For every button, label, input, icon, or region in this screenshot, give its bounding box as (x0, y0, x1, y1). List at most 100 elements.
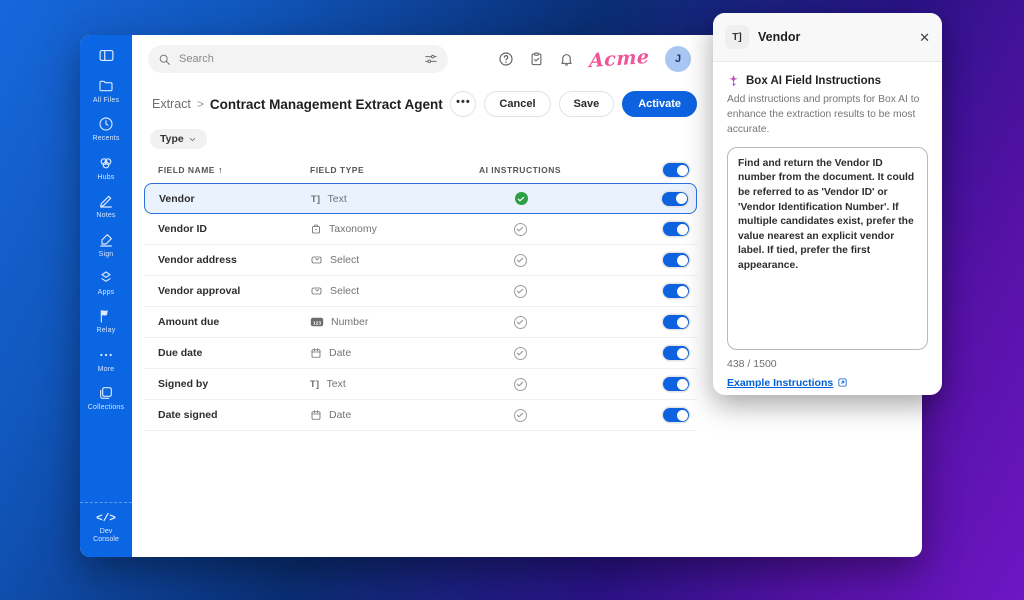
search-icon (158, 53, 171, 66)
search-bar[interactable] (148, 45, 448, 73)
box-ai-sparkle-icon (727, 74, 740, 87)
field-type-label: Date (329, 409, 351, 421)
apps-icon (98, 270, 114, 286)
topbar: Acme J (132, 35, 705, 83)
sidebar-item-relay[interactable]: Relay (97, 308, 116, 335)
page-header: Extract > Contract Management Extract Ag… (132, 83, 705, 125)
sidebar-item-notes[interactable]: Notes (96, 193, 115, 220)
instructions-textarea[interactable]: Find and return the Vendor ID number fro… (727, 147, 928, 350)
ai-instruction-status-icon (514, 254, 527, 267)
flag-icon (98, 308, 114, 324)
field-name: Vendor (159, 193, 311, 205)
sidebar-item-dev-console[interactable]: </> Dev Console (80, 502, 132, 558)
fields-table: Field Name↑ Field Type AI Instructions V… (144, 157, 697, 431)
table-header: Field Name↑ Field Type AI Instructions (144, 157, 697, 183)
table-row[interactable]: Vendor address Select (144, 245, 697, 276)
ai-instruction-status-icon (514, 285, 527, 298)
ai-instruction-status-icon (514, 223, 527, 236)
close-icon[interactable]: ✕ (919, 31, 930, 44)
field-name: Due date (158, 347, 310, 359)
table-row[interactable]: Vendor approval Select (144, 276, 697, 307)
sidebar-item-label: Notes (96, 212, 115, 220)
field-enabled-toggle[interactable] (663, 253, 689, 267)
filter-sliders-icon[interactable] (424, 52, 438, 66)
cancel-button[interactable]: Cancel (484, 91, 550, 117)
svg-text:123: 123 (313, 320, 321, 326)
notes-icon (98, 193, 114, 209)
main-content: Acme J Extract > Contract Management Ext… (132, 35, 705, 557)
number-type-icon: 123 (310, 316, 324, 328)
type-filter-dropdown[interactable]: Type (150, 129, 207, 149)
sidebar-item-label: Relay (97, 327, 116, 335)
panel-header: T] Vendor ✕ (713, 13, 942, 62)
field-name: Signed by (158, 378, 310, 390)
field-enabled-toggle[interactable] (663, 346, 689, 360)
char-counter: 438 / 1500 (727, 358, 928, 370)
help-icon[interactable] (498, 51, 514, 67)
table-row[interactable]: Date signed Date (144, 400, 697, 431)
field-enabled-toggle[interactable] (663, 222, 689, 236)
breadcrumb[interactable]: Extract (152, 97, 191, 111)
select-type-icon (310, 254, 323, 266)
sidebar-item-hubs[interactable]: Hubs (97, 155, 114, 182)
field-type-label: Number (331, 316, 368, 328)
field-enabled-toggle[interactable] (662, 192, 688, 206)
table-row[interactable]: Vendor ID Taxonomy (144, 214, 697, 245)
column-field-type: Field Type (310, 165, 460, 175)
sidebar-item-more[interactable]: More (98, 347, 115, 374)
ai-instruction-status-icon (514, 378, 527, 391)
example-instructions-link[interactable]: Example Instructions (727, 377, 928, 389)
field-enabled-toggle[interactable] (663, 377, 689, 391)
notifications-bell-icon[interactable] (559, 51, 574, 67)
column-field-name[interactable]: Field Name↑ (158, 165, 310, 175)
sidebar-item-label: Recents (92, 135, 119, 143)
sidebar-item-label: Apps (98, 289, 115, 297)
sidebar-item-all-files[interactable]: All Files (93, 78, 119, 105)
save-button[interactable]: Save (559, 91, 615, 117)
sidebar-item-label: Dev Console (86, 528, 126, 546)
section-description: Add instructions and prompts for Box AI … (727, 93, 928, 138)
more-actions-button[interactable]: ••• (450, 91, 476, 117)
field-type-label: Taxonomy (329, 223, 377, 235)
field-type-label: Text (327, 378, 346, 390)
clock-icon (98, 116, 114, 132)
text-type-icon: T] (310, 379, 320, 389)
avatar[interactable]: J (665, 46, 691, 72)
code-icon: </> (96, 513, 116, 525)
panel-body: Box AI Field Instructions Add instructio… (713, 62, 942, 395)
table-row[interactable]: Due date Date (144, 338, 697, 369)
ellipsis-icon (98, 347, 114, 363)
select-type-icon (310, 285, 323, 297)
chevron-down-icon (188, 135, 197, 144)
sidebar-item-collections[interactable]: Collections (88, 385, 124, 412)
sidebar-item-apps[interactable]: Apps (98, 270, 115, 297)
search-input[interactable] (179, 53, 416, 65)
page-title: Contract Management Extract Agent (210, 97, 443, 112)
breadcrumb-separator: > (197, 97, 204, 111)
tasks-icon[interactable] (529, 51, 544, 67)
all-fields-toggle[interactable] (663, 163, 689, 177)
field-enabled-toggle[interactable] (663, 284, 689, 298)
sidebar: All Files Recents Hubs Notes Sign Apps R… (80, 35, 132, 557)
field-name: Amount due (158, 316, 310, 328)
hubs-icon (98, 155, 114, 171)
sidebar-item-sign[interactable]: Sign (98, 232, 114, 259)
sidebar-item-recents[interactable]: Recents (92, 116, 119, 143)
text-type-icon: T] (311, 194, 321, 204)
field-type-label: Text (328, 193, 347, 205)
date-type-icon (310, 409, 322, 421)
date-type-icon (310, 347, 322, 359)
sidebar-item-label: Hubs (97, 174, 114, 182)
table-row[interactable]: Signed by T] Text (144, 369, 697, 400)
ai-instruction-status-icon (514, 347, 527, 360)
column-ai-instructions: AI Instructions (460, 165, 580, 175)
activate-button[interactable]: Activate (622, 91, 697, 117)
ai-instruction-status-icon (514, 409, 527, 422)
field-enabled-toggle[interactable] (663, 408, 689, 422)
brand-logo: Acme (590, 46, 650, 72)
field-enabled-toggle[interactable] (663, 315, 689, 329)
table-row[interactable]: Amount due 123 Number (144, 307, 697, 338)
text-type-icon: T] (725, 25, 749, 49)
sidebar-collapse-icon[interactable] (98, 47, 115, 64)
table-row[interactable]: Vendor T] Text (144, 183, 697, 214)
